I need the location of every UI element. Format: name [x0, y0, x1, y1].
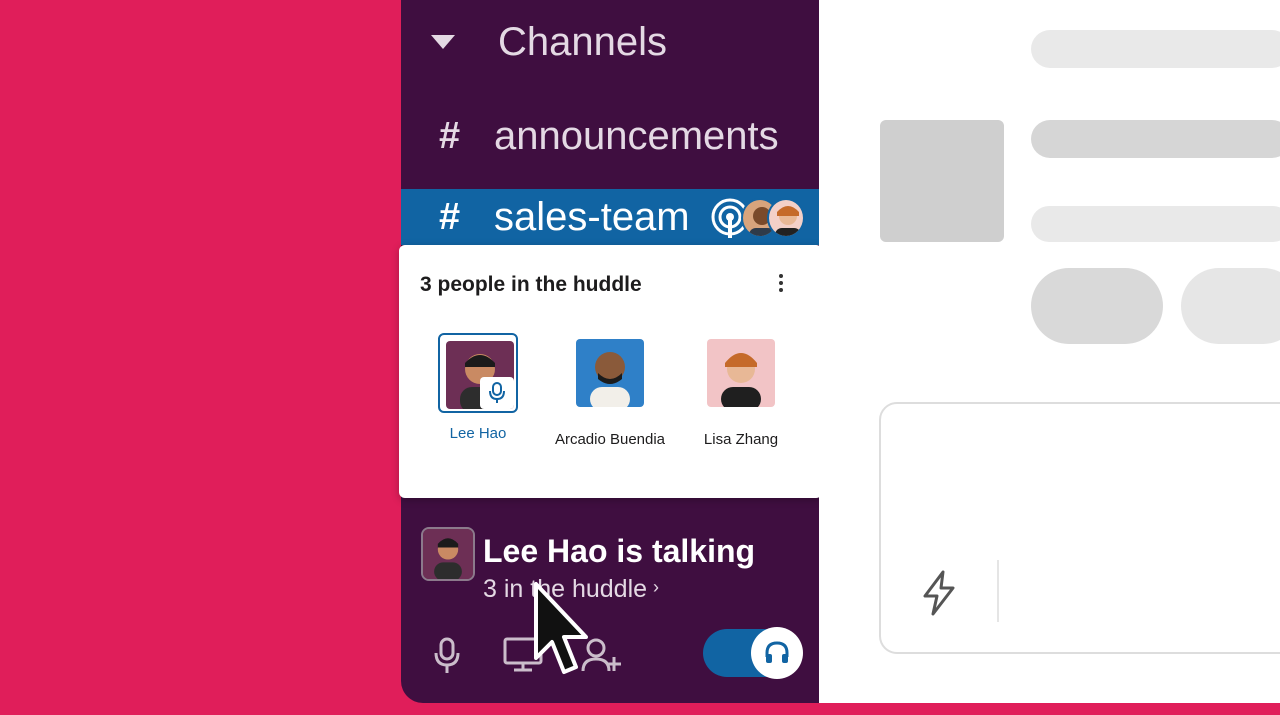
- hash-icon: #: [439, 114, 461, 157]
- speaking-mic-badge: [480, 377, 514, 409]
- participant-photo-frame: [438, 333, 518, 413]
- skeleton-pill: [1181, 268, 1280, 344]
- channels-title: Channels: [498, 20, 668, 64]
- composer-divider: [997, 560, 999, 622]
- participant-lee-hao[interactable]: Lee Hao: [403, 333, 553, 442]
- huddle-popover: 3 people in the huddle Lee Hao Arcadio B…: [399, 245, 822, 498]
- lightning-bolt-icon[interactable]: [919, 570, 959, 616]
- participant-name: Lisa Zhang: [703, 431, 779, 448]
- participant-lisa-zhang[interactable]: Lisa Zhang: [666, 333, 816, 448]
- avatar: [421, 527, 475, 581]
- skeleton-line: [1031, 206, 1280, 242]
- mouse-pointer-icon: [534, 582, 588, 674]
- channel-announcements[interactable]: # announcements: [401, 108, 819, 164]
- channels-section-header[interactable]: Channels: [401, 16, 819, 68]
- skeleton-avatar: [880, 120, 1004, 242]
- audio-toggle[interactable]: [703, 627, 803, 679]
- microphone-icon: [489, 382, 505, 403]
- message-composer[interactable]: [879, 402, 1280, 654]
- participant-avatar: [767, 198, 805, 238]
- toggle-knob[interactable]: [751, 627, 803, 679]
- participant-arcadio-buendia[interactable]: Arcadio Buendia: [535, 333, 685, 448]
- caret-down-icon[interactable]: [431, 35, 455, 49]
- participant-photo-frame: [570, 339, 650, 419]
- microphone-icon[interactable]: [433, 637, 461, 675]
- huddle-footer: Lee Hao is talking 3 in the huddle ›: [401, 505, 819, 703]
- participant-name: Lee Hao: [449, 425, 507, 442]
- chevron-right-icon: ›: [653, 577, 660, 597]
- skeleton-line: [1031, 30, 1280, 68]
- channel-name: sales-team: [494, 194, 690, 239]
- skeleton-line: [1031, 120, 1280, 158]
- channel-sales-team[interactable]: # sales-team: [401, 189, 819, 245]
- headphones-icon: [765, 641, 789, 663]
- participant-name: Arcadio Buendia: [554, 431, 666, 448]
- more-options-icon[interactable]: [775, 271, 787, 295]
- talking-status: Lee Hao is talking: [483, 533, 756, 569]
- skeleton-pill: [1031, 268, 1163, 344]
- message-pane: [819, 0, 1280, 703]
- channel-name: announcements: [494, 113, 779, 158]
- participant-photo: [707, 339, 775, 407]
- participant-photo: [576, 339, 644, 407]
- hash-icon: #: [439, 195, 461, 238]
- bottom-strip: [0, 703, 1280, 715]
- participant-photo-frame: [701, 339, 781, 419]
- popover-title: 3 people in the huddle: [420, 273, 642, 296]
